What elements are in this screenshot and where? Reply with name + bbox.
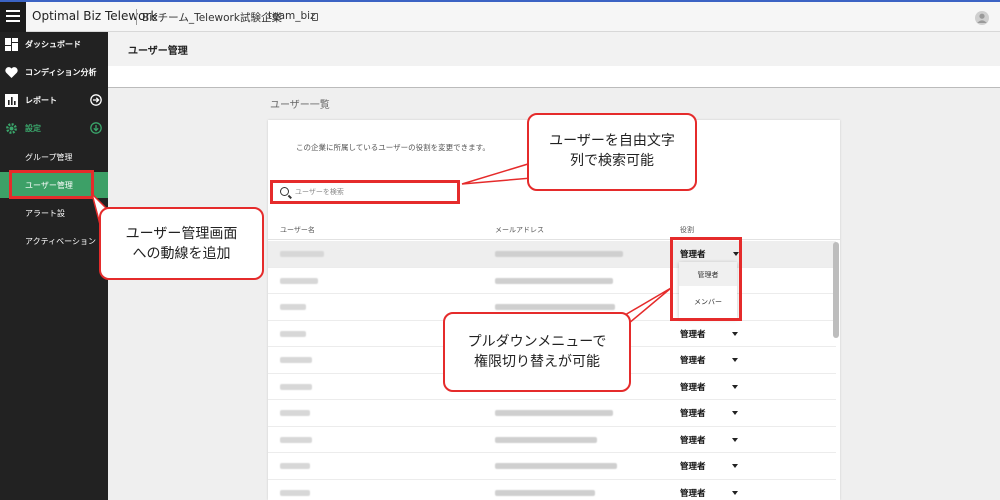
user-email [495,277,613,284]
team-name[interactable]: team_biz [268,10,316,22]
user-name [280,304,306,310]
user-name [280,383,312,390]
chevron-down-icon[interactable] [732,358,738,362]
gear-icon [6,123,17,134]
role-select[interactable]: 管理者 [680,354,706,366]
search-icon [280,187,289,196]
copy-icon[interactable] [312,13,318,21]
sidebar-item-dashboard[interactable]: ダッシュボード [0,32,108,58]
top-bar: Optimal Biz Telework Bizチーム_Telework試験企業… [0,0,1000,32]
avatar[interactable] [975,11,989,25]
column-header-role: 役割 [680,226,694,234]
callout-text: ユーザー管理画面 への動線を追加 [125,226,238,262]
callout-search: ユーザーを自由文字 列で検索可能 [527,113,697,191]
user-email [495,436,597,443]
role-select[interactable]: 管理者 [680,328,706,340]
page-title: ユーザー管理 [128,46,188,57]
chevron-down-icon[interactable] [732,331,738,336]
sidebar-item-label: アクティベーション [25,237,96,246]
sidebar-item-label: グループ管理 [25,153,73,162]
chevron-down-icon[interactable] [732,437,738,442]
user-name [280,489,310,496]
chevron-down-icon[interactable] [90,122,102,134]
user-email [495,251,623,257]
chevron-down-icon[interactable] [732,384,738,389]
dropdown-highlight [670,237,742,321]
divider [136,9,137,25]
callout-text: ユーザーを自由文字 列で検索可能 [549,133,675,169]
sidebar-item-label: レポート [25,96,57,105]
user-email [495,463,617,469]
role-select[interactable]: 管理者 [680,381,706,393]
table-row[interactable]: 管理者 [268,480,836,500]
chevron-down-icon[interactable] [732,464,738,468]
sidebar-item-alert-settings[interactable]: アラート設 [0,200,108,226]
sidebar-item-group-management[interactable]: グループ管理 [0,144,108,170]
column-header-email: メールアドレス [495,226,544,234]
user-name [280,330,306,337]
sidebar: ダッシュボード コンディション分析 レポート 設定 グループ管理 ユーザー管理 … [0,32,108,500]
callout-dropdown: プルダウンメニューで 権限切り替えが可能 [443,312,631,392]
header-band [108,66,1000,88]
column-header-name: ユーザー名 [280,226,315,234]
user-name [280,463,310,469]
app-title: Optimal Biz Telework [32,9,158,23]
table-row[interactable]: 管理者 [268,241,836,268]
chevron-down-icon[interactable] [732,490,738,495]
dashboard-icon [5,38,18,51]
user-name [280,410,310,416]
sidebar-item-condition[interactable]: コンディション分析 [0,60,108,86]
callout-sidebar: ユーザー管理画面 への動線を追加 [99,207,264,280]
role-select[interactable]: 管理者 [680,460,706,472]
role-select[interactable]: 管理者 [680,487,706,499]
user-name [280,357,312,363]
user-email [495,410,613,416]
table-header: ユーザー名 メールアドレス 役割 [268,218,840,240]
user-email [495,489,595,496]
table-row[interactable]: 管理者 [268,427,836,453]
organization-name: Bizチーム_Telework試験企業 [142,12,282,24]
heart-icon [5,67,18,78]
bar-chart-icon [5,94,18,107]
role-select[interactable]: 管理者 [680,407,706,419]
search-input[interactable] [295,186,445,198]
chevron-down-icon[interactable] [732,411,738,415]
user-name [280,436,312,443]
sidebar-item-label: コンディション分析 [25,68,97,77]
menu-icon[interactable] [0,2,26,32]
sidebar-item-activation[interactable]: アクティベーション [0,228,108,254]
section-title: ユーザー一覧 [270,100,330,111]
sidebar-item-settings[interactable]: 設定 [0,116,108,142]
table-row[interactable]: 管理者 [268,400,836,427]
page-header: ユーザー管理 [108,32,1000,66]
sidebar-item-report[interactable]: レポート [0,88,108,114]
table-row[interactable]: 管理者 [268,453,836,480]
user-email [495,304,615,310]
role-select[interactable]: 管理者 [680,434,706,446]
user-name [280,251,324,257]
description-text: この企業に所属しているユーザーの役割を変更できます。 [296,143,490,152]
table-row[interactable] [268,268,836,294]
arrow-right-icon[interactable] [90,94,102,106]
callout-text: プルダウンメニューで 権限切り替えが可能 [467,334,607,370]
search-box[interactable] [270,180,460,204]
sidebar-item-label: ダッシュボード [25,40,81,49]
sidebar-item-label: アラート設 [25,209,65,218]
scrollbar[interactable] [833,242,839,338]
sidebar-highlight [9,170,94,199]
sidebar-item-label: 設定 [25,124,41,133]
user-name [280,277,318,284]
